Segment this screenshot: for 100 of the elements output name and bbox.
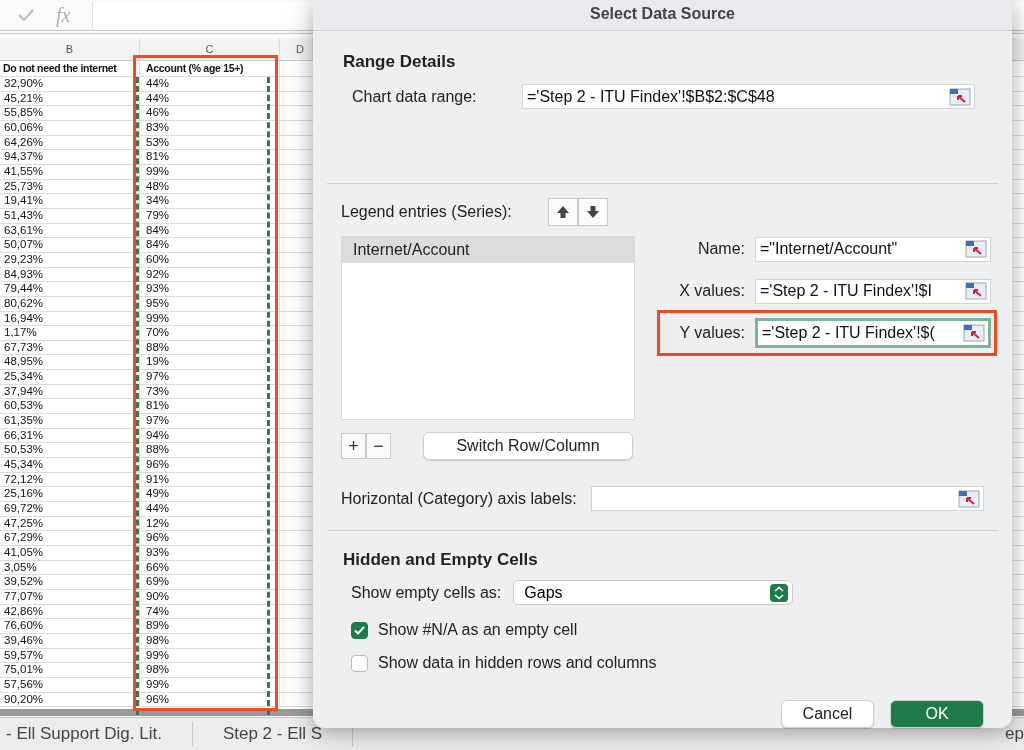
table-cell: 45,34%	[0, 458, 140, 472]
table-cell: 29,23%	[0, 252, 140, 267]
cancel-button[interactable]: Cancel	[781, 700, 874, 728]
table-cell: 37,94%	[0, 384, 140, 399]
checkbox[interactable]	[351, 621, 368, 639]
table-cell: 75,01%	[0, 663, 140, 677]
table-cell: 32,90%	[0, 77, 140, 91]
table-cell: 67,29%	[0, 531, 140, 545]
range-picker-icon[interactable]	[965, 240, 987, 258]
table-cell: 88%	[140, 443, 280, 458]
table-cell: 48,95%	[0, 355, 140, 370]
switch-button[interactable]: Switch Row/Column	[423, 432, 633, 460]
range-picker-icon[interactable]	[949, 87, 971, 106]
table-cell: 94%	[140, 428, 280, 443]
table-cell: 90%	[140, 589, 280, 604]
checkbox[interactable]	[351, 654, 368, 672]
table-cell: 60%	[140, 252, 280, 267]
field-label: Legend entries (Series):	[341, 203, 512, 221]
field-label: Y values:	[678, 324, 745, 342]
header-cell: Do not need the internet	[0, 61, 140, 76]
range-field[interactable]: ='Step 2 - ITU Findex'!$I	[755, 278, 991, 304]
table-cell: 25,73%	[0, 179, 140, 194]
table-cell: 79%	[140, 208, 280, 223]
table-cell: 88%	[140, 340, 280, 355]
table-cell: 95%	[140, 296, 280, 311]
table-cell: 63,61%	[0, 223, 140, 238]
table-cell: 76,60%	[0, 619, 140, 633]
table-cell: 53%	[140, 135, 280, 150]
table-cell: 39,46%	[0, 633, 140, 648]
series-item[interactable]: Internet/Account	[342, 237, 634, 263]
move-up-button[interactable]	[547, 198, 578, 226]
check-icon[interactable]	[18, 9, 34, 21]
range-picker-icon[interactable]	[963, 324, 985, 342]
table-cell: 48%	[140, 179, 280, 194]
table-cell: 64,26%	[0, 135, 140, 150]
table-cell: 80,62%	[0, 296, 140, 311]
table-cell: 49%	[140, 487, 280, 502]
table-cell: 83%	[140, 120, 280, 135]
table-cell: 98%	[140, 663, 280, 677]
table-cell: 67,73%	[0, 340, 140, 355]
table-cell: 99%	[140, 648, 280, 663]
table-cell: 50,53%	[0, 443, 140, 458]
table-cell: 74%	[140, 604, 280, 619]
table-cell: 44%	[140, 502, 280, 516]
ok-button[interactable]: OK	[890, 700, 984, 728]
range-field[interactable]: ='Step 2 - ITU Findex'!$B$2:$C$48	[522, 84, 975, 109]
table-cell: 12%	[140, 516, 280, 531]
add-button[interactable]: +	[341, 433, 366, 459]
table-cell: 90,20%	[0, 692, 140, 707]
column-header[interactable]: B	[0, 38, 140, 60]
table-cell: 51,43%	[0, 208, 140, 223]
up-arrow-icon	[555, 205, 570, 219]
section-heading: Range Details	[343, 52, 457, 72]
table-cell: 25,16%	[0, 487, 140, 502]
dialog-title: Select Data Source	[313, 0, 1012, 31]
checkmark-icon	[354, 625, 365, 635]
table-cell: 60,06%	[0, 120, 140, 135]
table-cell: 84%	[140, 223, 280, 238]
table-cell: 50,07%	[0, 238, 140, 252]
table-cell: 41,05%	[0, 546, 140, 560]
remove-button[interactable]: −	[366, 433, 391, 459]
column-header[interactable]: C	[140, 38, 280, 60]
field-label: Show empty cells as:	[351, 583, 502, 602]
table-cell: 19,41%	[0, 194, 140, 208]
table-cell: 25,34%	[0, 370, 140, 384]
table-cell: 94,37%	[0, 150, 140, 164]
range-field[interactable]: ="Internet/Account"	[755, 236, 991, 262]
checkbox-label: Show #N/A as an empty cell	[378, 621, 578, 639]
table-cell: 92%	[140, 267, 280, 282]
range-picker-icon[interactable]	[965, 282, 987, 300]
range-picker-icon[interactable]	[958, 489, 980, 508]
table-cell: 96%	[140, 692, 280, 707]
table-cell: 47,25%	[0, 516, 140, 531]
move-down-button[interactable]	[577, 198, 608, 226]
field-label: Name:	[696, 240, 745, 258]
table-cell: 93%	[140, 282, 280, 296]
table-cell: 93%	[140, 546, 280, 560]
table-cell: 59,57%	[0, 648, 140, 663]
header-cell: Account (% age 15+)	[140, 61, 280, 76]
table-cell: 81%	[140, 399, 280, 414]
table-cell: 60,53%	[0, 399, 140, 414]
table-cell: 99%	[140, 677, 280, 692]
table-cell: 55,85%	[0, 106, 140, 120]
table-cell: 69,72%	[0, 502, 140, 516]
table-cell: 70%	[140, 326, 280, 340]
checkbox-label: Show data in hidden rows and columns	[378, 654, 657, 672]
table-cell: 77,07%	[0, 589, 140, 604]
table-cell: 98%	[140, 633, 280, 648]
table-cell: 66%	[140, 560, 280, 575]
table-cell: 81%	[140, 150, 280, 164]
sheet-tab[interactable]: - Ell Support Dig. Lit.	[0, 722, 193, 746]
field-label: X values:	[678, 282, 745, 300]
table-cell: 72,12%	[0, 472, 140, 487]
table-cell: 1,17%	[0, 326, 140, 340]
empty-cells-select[interactable]: Gaps	[513, 580, 794, 605]
table-cell: 84%	[140, 238, 280, 252]
table-cell: 44%	[140, 77, 280, 91]
range-field[interactable]	[590, 486, 984, 511]
range-field[interactable]: ='Step 2 - ITU Findex'!$(	[755, 318, 991, 348]
table-cell: 97%	[140, 414, 280, 428]
